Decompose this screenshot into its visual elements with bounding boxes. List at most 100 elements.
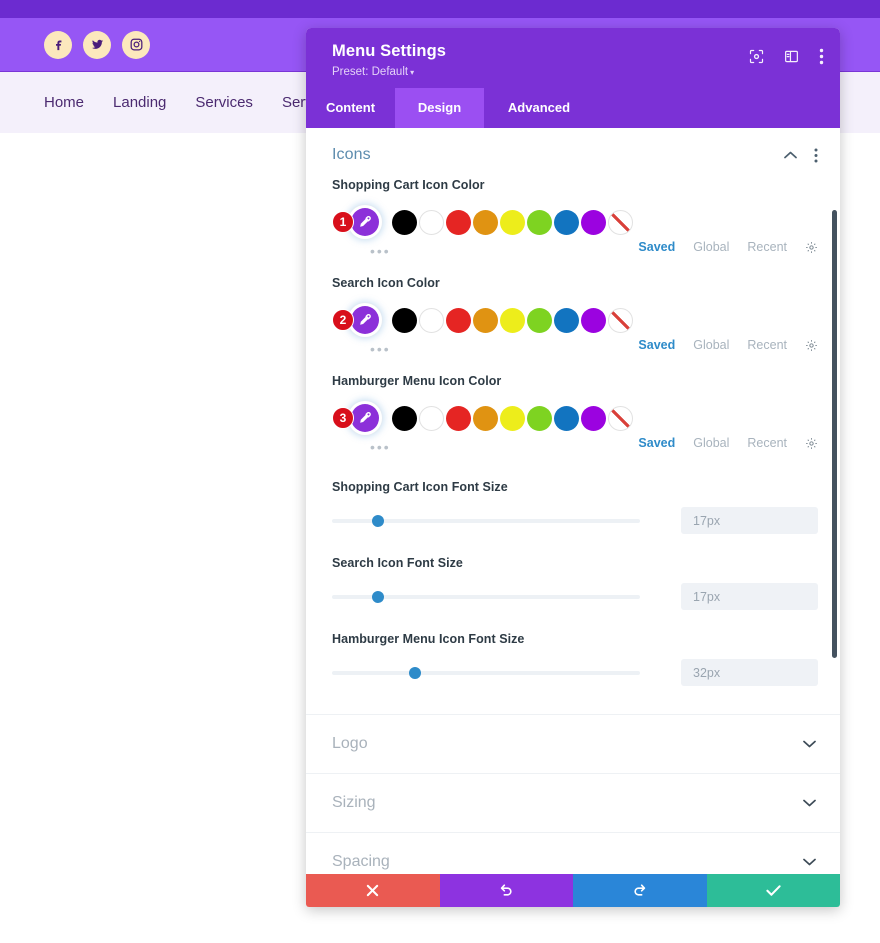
swatch-white[interactable]	[419, 307, 444, 333]
field-label: Hamburger Menu Icon Color	[332, 374, 502, 388]
swatch-red[interactable]	[446, 209, 471, 235]
nav-item-home[interactable]: Home	[44, 94, 84, 111]
swatch-red[interactable]	[446, 307, 471, 333]
kebab-menu-icon[interactable]	[814, 148, 818, 163]
section-header-logo[interactable]: Logo	[306, 714, 840, 773]
value-input-search-font-size[interactable]: 17px	[681, 583, 818, 610]
palette-link-global[interactable]: Global	[693, 240, 729, 254]
gear-icon[interactable]	[805, 437, 818, 450]
swatch-transparent[interactable]	[608, 209, 633, 235]
color-swatch-row: 3	[332, 401, 818, 435]
swatch-yellow[interactable]	[500, 209, 525, 235]
swatch-green[interactable]	[527, 405, 552, 431]
cancel-button[interactable]	[306, 874, 440, 907]
chevron-down-icon[interactable]	[803, 799, 816, 807]
save-button[interactable]	[706, 874, 840, 907]
page-root: Home Landing Services Service Menu Setti…	[0, 0, 880, 943]
swatch-black[interactable]	[392, 405, 417, 431]
layout-panel-icon[interactable]	[784, 49, 799, 64]
color-swatch-row: 2	[332, 303, 818, 337]
twitter-icon[interactable]	[83, 30, 111, 59]
menu-settings-modal: Menu Settings Preset: Default ▾ Content …	[306, 28, 840, 907]
slider-track	[332, 670, 640, 675]
swatch-red[interactable]	[446, 405, 471, 431]
palette-link-recent[interactable]: Recent	[747, 436, 787, 450]
palette-link-recent[interactable]: Recent	[747, 338, 787, 352]
chevron-up-icon[interactable]	[784, 151, 797, 159]
chevron-down-icon[interactable]	[803, 858, 816, 866]
modal-header-actions	[749, 48, 824, 65]
swatch-blue[interactable]	[554, 307, 579, 333]
field-shopping-cart-icon-font-size: Shopping Cart Icon Font Size 17px	[306, 480, 840, 534]
palette-link-global[interactable]: Global	[693, 436, 729, 450]
palette-link-global[interactable]: Global	[693, 338, 729, 352]
modal-scrollbar[interactable]	[830, 128, 840, 874]
palette-link-recent[interactable]: Recent	[747, 240, 787, 254]
tab-design[interactable]: Design	[395, 88, 484, 128]
nav-item-landing[interactable]: Landing	[113, 94, 166, 111]
swatch-green[interactable]	[527, 307, 552, 333]
swatch-white[interactable]	[419, 405, 444, 431]
slider-thumb[interactable]	[372, 590, 384, 603]
instagram-icon[interactable]	[122, 30, 150, 59]
tab-content[interactable]: Content	[306, 88, 395, 128]
color-picker-group-2: 2	[332, 303, 386, 337]
palette-link-saved[interactable]: Saved	[638, 240, 675, 254]
swatch-white[interactable]	[419, 209, 444, 235]
value-input-hamburger-font-size[interactable]: 32px	[681, 659, 818, 686]
nav-item-services[interactable]: Services	[195, 94, 253, 111]
undo-button[interactable]	[439, 874, 573, 907]
field-search-icon-font-size: Search Icon Font Size 17px	[306, 556, 840, 610]
redo-button[interactable]	[573, 874, 707, 907]
swatch-black[interactable]	[392, 209, 417, 235]
chevron-down-icon[interactable]	[803, 740, 816, 748]
gear-icon[interactable]	[805, 241, 818, 254]
swatch-purple[interactable]	[581, 209, 606, 235]
slider-shopping-cart-font-size[interactable]	[332, 511, 640, 531]
selected-color-circle	[351, 208, 379, 236]
swatch-transparent[interactable]	[608, 405, 633, 431]
chevron-down-icon: ▾	[410, 68, 415, 77]
modal-scroll-body: Icons Shopping Cart Icon Color 1 ••• Sav…	[306, 128, 840, 874]
swatch-purple[interactable]	[581, 307, 606, 333]
section-title-logo: Logo	[332, 735, 368, 752]
selected-color-circle	[351, 404, 379, 432]
facebook-icon[interactable]	[44, 30, 72, 59]
swatch-orange[interactable]	[473, 307, 498, 333]
value-input-shopping-cart-font-size[interactable]: 17px	[681, 507, 818, 534]
step-badge-1: 1	[332, 211, 354, 233]
scrollbar-thumb[interactable]	[832, 210, 837, 658]
field-label: Search Icon Font Size	[332, 556, 463, 570]
swatch-orange[interactable]	[473, 209, 498, 235]
swatch-blue[interactable]	[554, 405, 579, 431]
modal-header: Menu Settings Preset: Default ▾	[306, 28, 840, 88]
slider-thumb[interactable]	[372, 514, 384, 527]
field-label: Shopping Cart Icon Font Size	[332, 480, 508, 494]
swatch-blue[interactable]	[554, 209, 579, 235]
kebab-menu-icon[interactable]	[819, 48, 824, 65]
site-top-strip	[0, 0, 880, 18]
section-header-sizing[interactable]: Sizing	[306, 773, 840, 832]
section-header-icons[interactable]: Icons	[306, 128, 840, 178]
field-hamburger-menu-icon-font-size: Hamburger Menu Icon Font Size 32px	[306, 632, 840, 686]
swatch-orange[interactable]	[473, 405, 498, 431]
swatch-black[interactable]	[392, 307, 417, 333]
swatch-yellow[interactable]	[500, 405, 525, 431]
slider-thumb[interactable]	[409, 666, 421, 679]
palette-link-saved[interactable]: Saved	[638, 436, 675, 450]
preset-selector[interactable]: Preset: Default ▾	[332, 66, 822, 78]
section-title-spacing: Spacing	[332, 853, 390, 870]
color-picker-group-1: 1	[332, 205, 386, 239]
gear-icon[interactable]	[805, 339, 818, 352]
preset-label: Preset: Default	[332, 66, 409, 78]
swatch-transparent[interactable]	[608, 307, 633, 333]
slider-search-font-size[interactable]	[332, 587, 640, 607]
swatch-purple[interactable]	[581, 405, 606, 431]
focus-frame-icon[interactable]	[749, 49, 764, 64]
slider-hamburger-font-size[interactable]	[332, 663, 640, 683]
swatch-green[interactable]	[527, 209, 552, 235]
palette-link-saved[interactable]: Saved	[638, 338, 675, 352]
section-header-spacing[interactable]: Spacing	[306, 832, 840, 874]
tab-advanced[interactable]: Advanced	[484, 88, 594, 128]
swatch-yellow[interactable]	[500, 307, 525, 333]
